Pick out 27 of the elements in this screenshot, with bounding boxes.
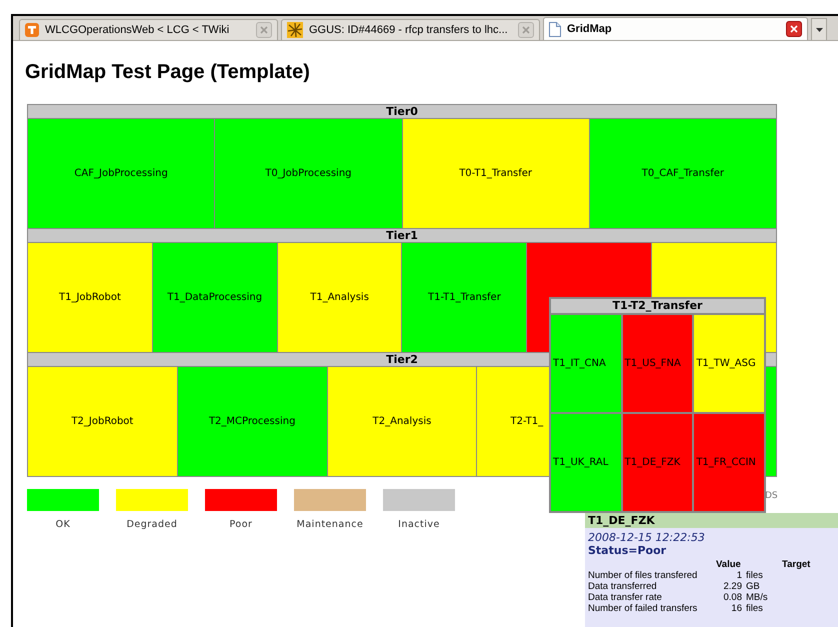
metric-value: 2.29: [722, 581, 743, 592]
timestamp: 2008-12-15 12:22:53: [587, 530, 706, 544]
metric-label: Number of files transfered: [588, 570, 698, 581]
metric-unit: files: [746, 603, 764, 614]
legend-label: Degraded: [126, 519, 178, 530]
panel-header: T1-T2_Transfer: [551, 299, 764, 313]
page-title: GridMap Test Page (Template): [25, 61, 311, 84]
metric-label: Data transfer rate: [588, 592, 663, 603]
tier-header: Tier0: [28, 105, 776, 119]
metric-value: 1: [736, 570, 743, 581]
metric-unit: files: [746, 570, 764, 581]
legend-label: Poor: [230, 519, 252, 530]
tooltip-title: T1_DE_FZK: [585, 513, 838, 528]
tier-header: Tier1: [28, 228, 776, 243]
legend-label: OK: [56, 519, 70, 530]
metric-label: Number of failed transfers: [588, 603, 698, 614]
legend-label: Maintenance: [296, 519, 364, 530]
column-header: Value: [716, 559, 742, 570]
metric-value: 0.08: [722, 592, 743, 603]
metric-unit: MB/s: [746, 592, 769, 603]
legend-label: Inactive: [398, 519, 440, 530]
map-note: DS: [765, 491, 778, 501]
status-text: Status=Poor: [587, 544, 668, 557]
metric-unit: GB: [746, 581, 761, 592]
metric-label: Data transferred: [588, 581, 658, 592]
metric-value: 16: [730, 603, 743, 614]
column-header: Target: [782, 559, 812, 570]
